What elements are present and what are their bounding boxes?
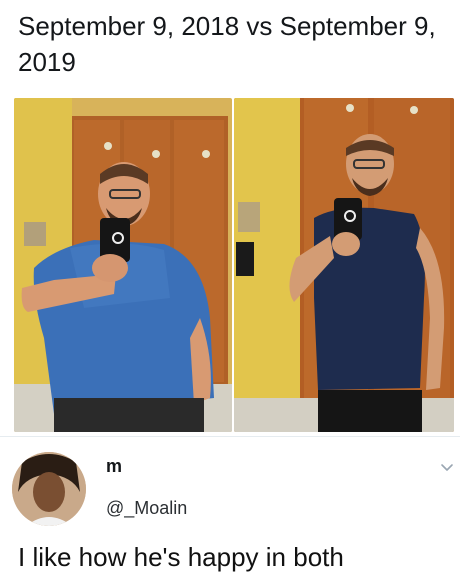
reply-user-handle[interactable]: @_Moalin xyxy=(106,498,187,519)
avatar-image xyxy=(12,452,86,526)
reply-user-name[interactable]: m xyxy=(106,456,122,477)
photo-after-image xyxy=(234,98,454,432)
photo-before-image xyxy=(14,98,232,432)
photo-before[interactable] xyxy=(14,98,232,432)
reply-text: I like how he's happy in both xyxy=(18,542,344,572)
chevron-down-icon[interactable] xyxy=(440,460,454,474)
avatar[interactable] xyxy=(12,452,86,526)
divider xyxy=(0,436,460,437)
photo-comparison xyxy=(12,98,454,434)
post-caption: September 9, 2018 vs September 9, 2019 xyxy=(18,11,436,77)
photo-after[interactable] xyxy=(234,98,454,432)
